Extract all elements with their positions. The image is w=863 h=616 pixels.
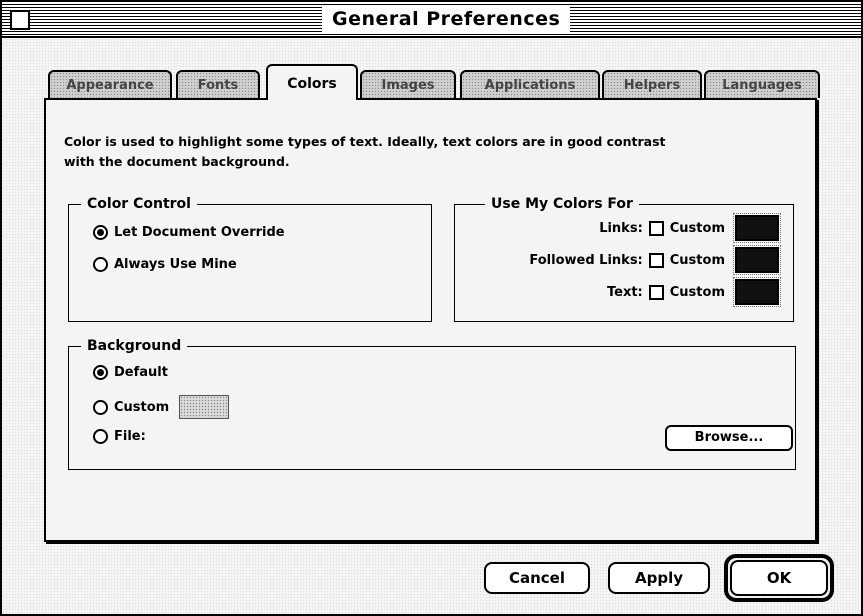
background-legend: Background <box>81 337 188 355</box>
links-custom-checkbox[interactable] <box>648 220 664 236</box>
ok-button[interactable]: OK <box>730 560 828 596</box>
radio-label: Let Document Override <box>114 225 285 240</box>
links-label: Links: <box>599 220 643 236</box>
description-text: Color is used to highlight some types of… <box>64 134 666 169</box>
preferences-window: General Preferences Appearance Fonts Col… <box>0 0 863 616</box>
background-group: Background Default Custom File: Browse..… <box>68 337 796 470</box>
color-control-legend: Color Control <box>81 195 197 213</box>
window-title: General Preferences <box>322 6 571 32</box>
browse-button[interactable]: Browse... <box>665 425 793 451</box>
color-control-group: Color Control Let Document Override Alwa… <box>68 195 432 322</box>
radio-label: Always Use Mine <box>114 257 237 272</box>
links-custom-label: Custom <box>669 220 725 236</box>
radio-background-default[interactable]: Default <box>93 365 168 380</box>
text-custom-checkbox[interactable] <box>648 284 664 300</box>
followed-links-color-row: Followed Links: Custom <box>529 245 781 275</box>
radio-label: Custom <box>114 399 170 415</box>
links-color-row: Links: Custom <box>599 213 781 243</box>
followed-links-custom-label: Custom <box>669 252 725 268</box>
text-color-swatch[interactable] <box>733 277 781 307</box>
radio-unselected-icon[interactable] <box>93 429 108 444</box>
title-bar[interactable]: General Preferences <box>2 2 861 38</box>
tab-appearance[interactable]: Appearance <box>48 70 172 98</box>
close-box[interactable] <box>10 10 30 30</box>
radio-label: Default <box>114 365 168 380</box>
radio-selected-icon[interactable] <box>93 365 108 380</box>
tab-applications[interactable]: Applications <box>460 70 600 98</box>
followed-links-custom-checkbox[interactable] <box>648 252 664 268</box>
followed-links-label: Followed Links: <box>529 252 643 268</box>
radio-let-document-override[interactable]: Let Document Override <box>93 225 285 240</box>
text-color-row: Text: Custom <box>607 277 781 307</box>
radio-unselected-icon[interactable] <box>93 257 108 272</box>
tab-colors[interactable]: Colors <box>266 64 358 100</box>
radio-unselected-icon[interactable] <box>93 399 108 415</box>
tab-images[interactable]: Images <box>360 70 456 98</box>
use-my-colors-group: Use My Colors For Links: Custom Followed… <box>454 195 794 322</box>
radio-background-custom[interactable]: Custom <box>93 395 230 419</box>
radio-always-use-mine[interactable]: Always Use Mine <box>93 257 237 272</box>
radio-background-file[interactable]: File: <box>93 429 146 444</box>
text-custom-label: Custom <box>669 284 725 300</box>
tab-helpers[interactable]: Helpers <box>602 70 702 98</box>
radio-selected-icon[interactable] <box>93 225 108 240</box>
followed-links-color-swatch[interactable] <box>733 245 781 275</box>
cancel-button[interactable]: Cancel <box>484 562 590 594</box>
radio-label: File: <box>114 429 146 444</box>
tab-fonts[interactable]: Fonts <box>176 70 260 98</box>
apply-button[interactable]: Apply <box>608 562 710 594</box>
background-color-swatch[interactable] <box>179 395 230 419</box>
use-my-colors-legend: Use My Colors For <box>485 195 639 213</box>
text-label: Text: <box>607 284 643 300</box>
colors-panel: Color is used to highlight some types of… <box>44 98 817 542</box>
links-color-swatch[interactable] <box>733 213 781 243</box>
tab-languages[interactable]: Languages <box>704 70 820 98</box>
